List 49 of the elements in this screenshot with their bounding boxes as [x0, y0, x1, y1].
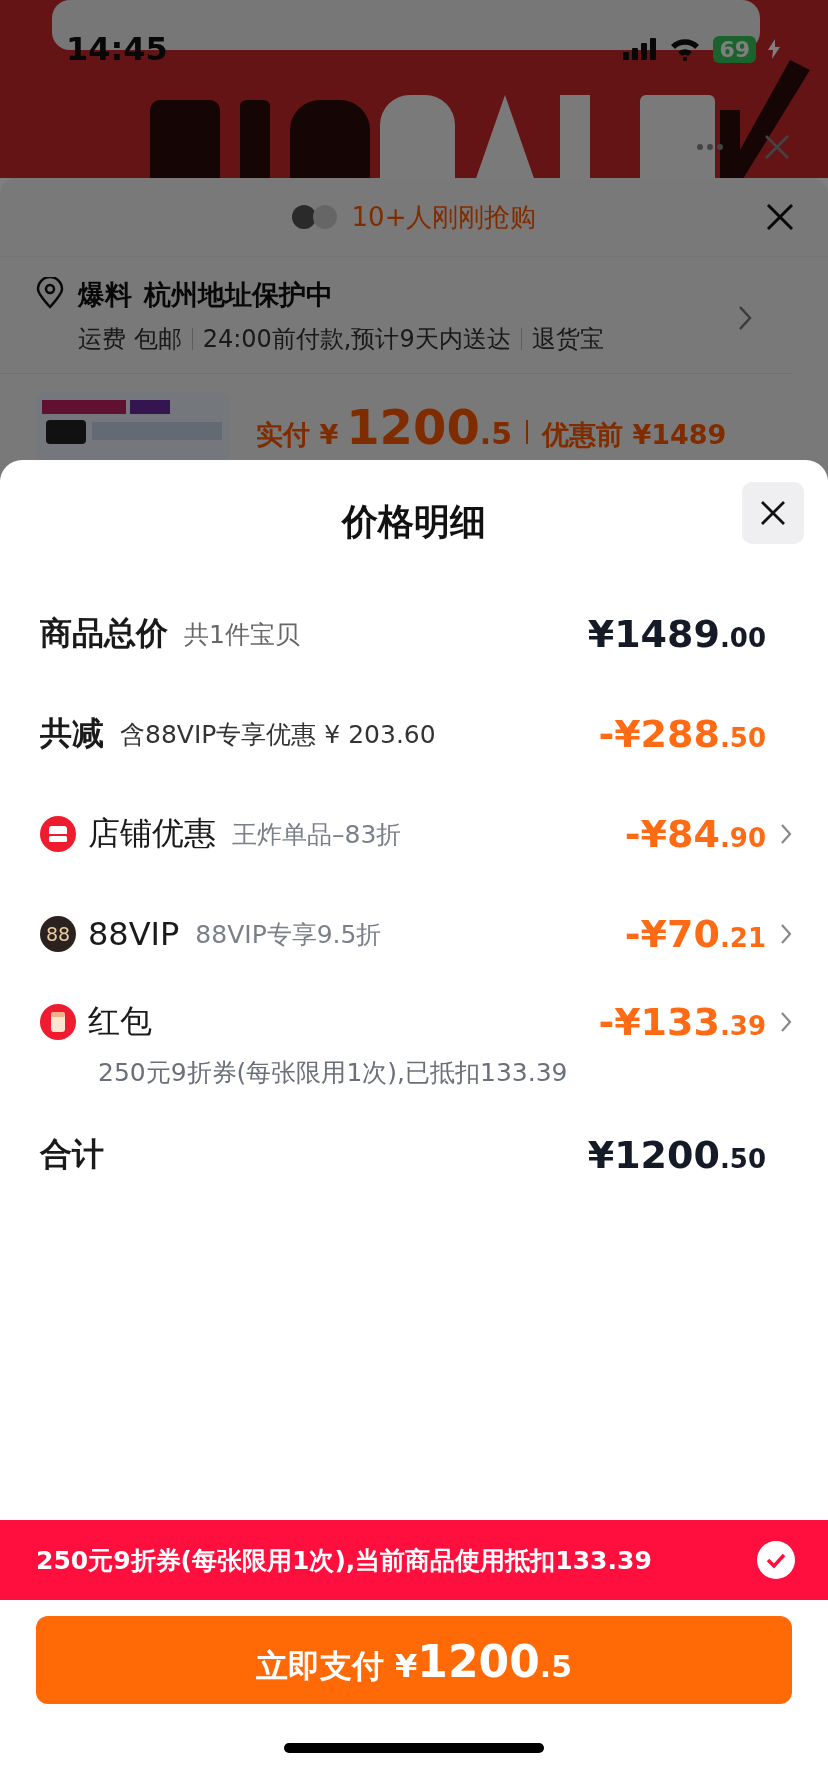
row-amount: -¥84.90 [624, 812, 766, 856]
row-note: 88VIP专享9.5折 [195, 918, 382, 951]
row-label: 88VIP [88, 915, 180, 953]
row-label: 合计 [40, 1134, 104, 1175]
paid-label: 实付 ¥ [256, 418, 339, 452]
row-label: 共减 [40, 713, 104, 754]
address-tag: 爆料 [78, 277, 132, 313]
coupon-text: 250元9折券(每张限用1次),当前商品使用抵扣133.39 [36, 1544, 652, 1577]
delivery-info: 24:00前付款,预计9天内送达 [202, 324, 511, 355]
envelope-icon [40, 1004, 76, 1040]
row-detail: 250元9折券(每张限用1次),已抵扣133.39 [98, 1057, 569, 1089]
row-amount: -¥70.21 [624, 912, 766, 956]
vip-badge-icon: 88 [40, 916, 76, 952]
row-note: 含88VIP专享优惠 ¥ 203.60 [120, 718, 436, 751]
pay-now-button[interactable]: 立即支付 ¥1200.5 [36, 1616, 792, 1704]
chevron-right-icon[interactable] [780, 1011, 792, 1033]
checkbox-checked-icon[interactable] [756, 1540, 796, 1580]
status-time: 14:45 [66, 30, 168, 68]
row-amount: -¥133.39 [598, 1000, 766, 1044]
delivery-info: 退货宝 [531, 324, 604, 355]
close-icon[interactable] [764, 134, 790, 160]
row-label: 红包 [88, 1001, 152, 1042]
sheet-title: 价格明细 [342, 499, 486, 544]
delivery-info: 运费 包邮 [78, 324, 182, 355]
row-label: 店铺优惠 [88, 813, 216, 854]
location-pin-icon [36, 277, 64, 309]
signal-icon [623, 38, 658, 60]
more-icon [696, 143, 724, 151]
address-text: 杭州地址保护中 [144, 278, 333, 312]
chevron-right-icon[interactable] [738, 305, 752, 331]
row-amount: ¥1489.00 [587, 612, 766, 656]
row-note: 共1件宝贝 [184, 618, 300, 651]
close-button[interactable] [742, 482, 804, 544]
row-amount: ¥1200.50 [587, 1133, 766, 1177]
row-label: 商品总价 [40, 613, 168, 654]
close-icon[interactable] [766, 203, 794, 231]
paid-amount: 1200.5 [346, 399, 513, 455]
row-amount: -¥288.50 [598, 712, 766, 756]
battery-indicator: 69 [713, 35, 756, 63]
shop-icon [40, 816, 76, 852]
wifi-icon [669, 37, 702, 61]
close-icon [760, 500, 786, 526]
chevron-right-icon[interactable] [780, 823, 792, 845]
chevron-right-icon[interactable] [780, 923, 792, 945]
charging-icon [768, 39, 780, 59]
original-price: 优惠前 ¥1489 [542, 418, 727, 452]
row-note: 王炸单品–83折 [232, 818, 402, 851]
avatar-icons [291, 203, 338, 231]
buyers-note: 10+人刚刚抢购 [351, 200, 537, 234]
